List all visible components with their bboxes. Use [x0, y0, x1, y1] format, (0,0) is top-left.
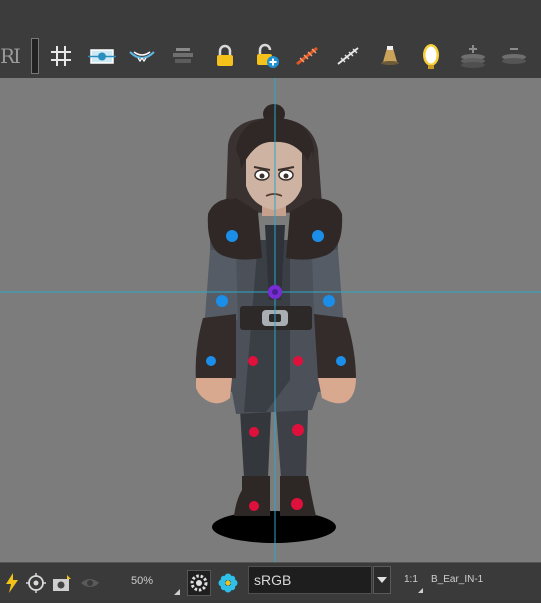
light-table-icon [173, 48, 193, 63]
aspect-ratio: 1:1 [404, 574, 418, 585]
remove-layer-icon [502, 48, 526, 64]
unlock-add-icon [257, 43, 279, 68]
zoom-dropdown-corner[interactable] [174, 589, 180, 595]
remove-layer-button[interactable] [498, 40, 530, 72]
light-table-button[interactable] [167, 40, 199, 72]
camera-viewport[interactable] [0, 78, 541, 562]
lock-button[interactable] [209, 40, 241, 72]
onion-skin-icon [129, 51, 155, 63]
unlock-add-button[interactable] [251, 40, 283, 72]
grid-icon [51, 46, 71, 66]
text-tool-button[interactable]: RI [0, 40, 24, 72]
color-space-dropdown-button[interactable] [373, 566, 391, 594]
flower-icon [218, 573, 238, 593]
chevron-down-icon [377, 577, 387, 583]
spotlight-button[interactable] [374, 40, 406, 72]
zoom-level[interactable]: 50% [131, 575, 153, 587]
ratio-dropdown-corner[interactable] [418, 588, 423, 593]
spotlight-icon [381, 46, 399, 65]
onion-skin-button[interactable] [126, 40, 158, 72]
camera-view-button[interactable] [50, 570, 74, 596]
color-filter-button[interactable] [216, 570, 240, 596]
gear-icon [190, 574, 208, 592]
toolbar-separator [31, 38, 39, 74]
mirror-button[interactable] [415, 40, 447, 72]
lightning-icon [6, 573, 18, 593]
target-icon [26, 573, 46, 593]
grid-button[interactable] [45, 40, 77, 72]
color-space-value: sRGB [254, 572, 292, 588]
add-layer-icon [461, 45, 485, 68]
text-tool-label: RI [0, 44, 21, 68]
eye-icon [81, 579, 99, 587]
mirror-icon [423, 44, 439, 69]
toolbar: RI [0, 0, 541, 79]
camera-mask-icon [88, 49, 116, 64]
quick-render-button[interactable] [0, 570, 24, 596]
lock-icon [217, 44, 233, 66]
bone-white-icon [337, 47, 359, 65]
onion-eye-button[interactable] [78, 570, 102, 596]
character-drawing [0, 78, 541, 562]
add-layer-button[interactable] [457, 40, 489, 72]
color-space-select[interactable]: sRGB [248, 566, 372, 594]
target-button[interactable] [24, 570, 48, 596]
render-settings-button[interactable] [187, 570, 211, 596]
bone-red-button[interactable] [291, 40, 323, 72]
current-layer-name: B_Ear_IN-1 [431, 574, 484, 585]
camera-icon [53, 575, 71, 591]
bone-white-button[interactable] [332, 40, 364, 72]
bone-red-icon [296, 46, 318, 66]
camera-mask-button[interactable] [86, 40, 118, 72]
